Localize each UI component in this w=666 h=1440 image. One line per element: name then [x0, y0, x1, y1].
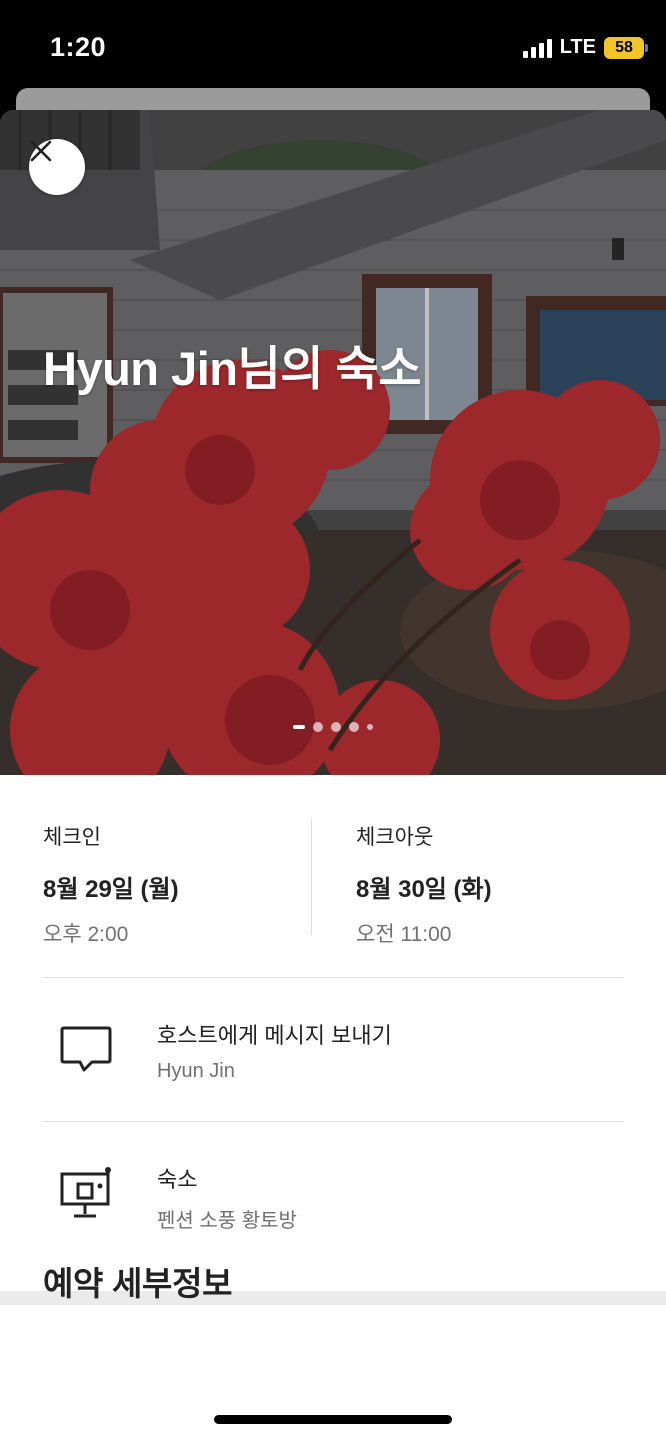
message-host-title: 호스트에게 메시지 보내기 — [157, 1023, 392, 1048]
message-bubble-icon — [60, 1026, 112, 1072]
message-host-row[interactable]: 호스트에게 메시지 보내기 Hyun Jin — [0, 978, 666, 1122]
checkout-date: 8월 30일 (화) — [356, 876, 492, 903]
checkout-label: 체크아웃 — [356, 826, 434, 849]
listing-presentation-icon — [60, 1167, 111, 1218]
listing-row[interactable]: 숙소 펜션 소풍 황토방 — [0, 1122, 666, 1266]
listing-title: Hyun Jin님의 숙소 — [43, 342, 421, 395]
checkin-label: 체크인 — [43, 826, 101, 849]
home-indicator[interactable] — [214, 1415, 452, 1424]
checkout-time: 오전 11:00 — [356, 923, 452, 946]
pager-dot — [349, 722, 359, 732]
checkout-block: 체크아웃 8월 30일 (화) 오전 11:00 — [356, 821, 492, 948]
listing-photo-carousel[interactable]: Hyun Jin님의 숙소 — [0, 110, 666, 775]
pager-dot — [367, 724, 373, 730]
pager-dot — [331, 722, 341, 732]
checkin-block: 체크인 8월 29일 (월) 오후 2:00 — [43, 821, 179, 948]
listing-name: 펜션 소풍 황토방 — [157, 1210, 297, 1232]
pager-dot — [313, 722, 323, 732]
date-divider — [311, 819, 312, 935]
checkin-date: 8월 29일 (월) — [43, 876, 179, 903]
network-label: LTE — [559, 36, 596, 58]
listing-row-title: 숙소 — [157, 1167, 198, 1192]
close-icon — [30, 140, 52, 162]
reservation-sheet: Hyun Jin님의 숙소 체크인 8월 29일 (월) 오후 2:00 체크아… — [0, 110, 666, 1440]
reservation-details-title: 예약 세부정보 — [43, 1265, 233, 1302]
pager-indicator-active — [293, 725, 305, 729]
status-indicators: LTE 58 — [522, 36, 648, 59]
signal-icon — [522, 38, 552, 58]
listing-photo — [0, 110, 666, 775]
status-bar: 1:20 LTE 58 — [0, 0, 666, 96]
host-name: Hyun Jin — [157, 1060, 235, 1082]
photo-pager — [0, 722, 666, 732]
close-button[interactable] — [29, 139, 85, 195]
checkin-time: 오후 2:00 — [43, 923, 129, 946]
status-time: 1:20 — [50, 32, 107, 62]
checkin-checkout-section: 체크인 8월 29일 (월) 오후 2:00 체크아웃 8월 30일 (화) 오… — [0, 775, 666, 977]
battery-icon: 58 — [604, 36, 648, 59]
